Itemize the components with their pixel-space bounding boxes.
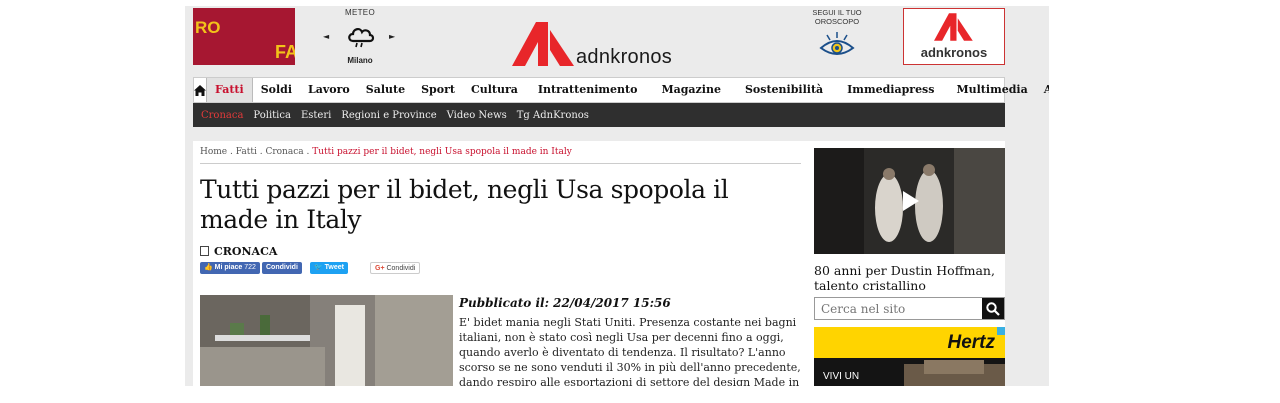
nav-item-salute[interactable]: Salute: [358, 78, 413, 102]
article-photo: [200, 295, 453, 386]
ad-banner-right[interactable]: adnkronos: [903, 8, 1005, 65]
breadcrumb-sep: .: [227, 147, 236, 157]
meteo-widget: METEO ◄ ► Milano: [315, 8, 405, 68]
article-title: Tutti pazzi per il bidet, negli Usa spop…: [200, 175, 729, 234]
section-icon: [200, 246, 209, 256]
nav-item-multimedia[interactable]: Multimedia: [946, 78, 1037, 102]
tweet-label: Tweet: [324, 264, 344, 271]
meteo-prev-arrow[interactable]: ◄: [323, 32, 329, 41]
facebook-like-button[interactable]: 👍 Mi piace 722: [200, 262, 260, 274]
main-nav: Fatti Soldi Lavoro Salute Sport Cultura …: [193, 77, 1049, 103]
subnav-item-video-news[interactable]: Video News: [443, 110, 513, 121]
subnav-item-regioni[interactable]: Regioni e Province: [337, 110, 442, 121]
gplus-share-button[interactable]: G+ Condividi: [370, 262, 421, 274]
nav-item-cultura[interactable]: Cultura: [463, 78, 526, 102]
article-section[interactable]: CRONACA: [200, 245, 277, 258]
published-date: Pubblicato il: 22/04/2017 15:56: [459, 296, 671, 310]
adnkronos-logo-mark: [512, 22, 574, 66]
breadcrumb-home[interactable]: Home: [200, 147, 227, 157]
breadcrumb-divider: [200, 163, 801, 164]
search-box: [814, 297, 1005, 320]
nav-item-lavoro[interactable]: Lavoro: [300, 78, 358, 102]
article-body: E' bidet mania negli Stati Uniti. Presen…: [459, 316, 801, 386]
like-count: 722: [244, 264, 256, 271]
ad-text-top: RO: [195, 18, 221, 37]
page-frame: RO FA METEO ◄ ► Milano adnkronos SEGUI I…: [185, 6, 1049, 386]
nav-item-magazine[interactable]: Magazine: [649, 78, 733, 102]
tweet-button[interactable]: 🐦 Tweet: [310, 262, 348, 274]
search-input[interactable]: [815, 298, 982, 319]
gplus-label: Condividi: [386, 265, 416, 272]
ad-choices-icon[interactable]: [997, 327, 1005, 335]
content-area: Home . Fatti . Cronaca . Tutti pazzi per…: [193, 141, 1005, 386]
nav-item-sostenibilita[interactable]: Sostenibilità: [733, 78, 835, 102]
nav-item-aki[interactable]: AKI: [1038, 78, 1049, 102]
nav-item-intrattenimento[interactable]: Intrattenimento: [526, 78, 650, 102]
search-button[interactable]: [982, 298, 1004, 319]
meteo-label: METEO: [345, 8, 375, 17]
oroscopo-widget[interactable]: SEGUI IL TUO OROSCOPO: [797, 8, 877, 62]
ad-banner-left[interactable]: RO FA: [193, 8, 295, 65]
meteo-next-arrow[interactable]: ►: [389, 32, 395, 41]
oroscopo-line2: OROSCOPO: [814, 17, 860, 26]
oroscopo-line1: SEGUI IL TUO: [812, 8, 862, 17]
play-icon[interactable]: [898, 189, 922, 213]
video-caption[interactable]: 80 anni per Dustin Hoffman, talento cris…: [814, 263, 1005, 293]
nav-item-immediapress[interactable]: Immediapress: [835, 78, 946, 102]
nav-item-fatti[interactable]: Fatti: [206, 78, 253, 102]
zodiac-eye-icon: [819, 32, 855, 55]
subnav-item-cronaca[interactable]: Cronaca: [197, 110, 249, 121]
breadcrumb-current: Tutti pazzi per il bidet, negli Usa spop…: [312, 147, 572, 157]
hertz-ad[interactable]: Hertz VIVI UN: [814, 327, 1005, 386]
twitter-bird-icon: 🐦: [314, 264, 325, 271]
video-thumbnail[interactable]: [814, 148, 1005, 254]
cloud-rain-icon: [348, 28, 375, 48]
meteo-city: Milano: [347, 56, 373, 65]
adnkronos-logo[interactable]: adnkronos: [512, 20, 692, 68]
bathroom-photo-illustration: [200, 295, 453, 386]
adnkronos-ad-logo-mark: [934, 13, 973, 41]
subnav-item-politica[interactable]: Politica: [249, 110, 297, 121]
section-label: CRONACA: [214, 245, 278, 258]
hertz-logo: Hertz: [947, 332, 995, 353]
like-label: Mi piace: [214, 264, 243, 271]
ad-right-text: adnkronos: [920, 45, 988, 60]
thumbs-up-icon: 👍: [204, 264, 215, 271]
ad-text-bottom: FA: [275, 42, 295, 62]
subnav-item-esteri[interactable]: Esteri: [297, 110, 337, 121]
breadcrumb-fatti[interactable]: Fatti: [236, 147, 257, 157]
home-icon[interactable]: [194, 78, 206, 102]
gplus-icon: G+: [375, 265, 387, 272]
subnav-item-tg-adnkronos[interactable]: Tg AdnKronos: [513, 110, 595, 121]
breadcrumb-cronaca[interactable]: Cronaca: [265, 147, 303, 157]
search-icon: [986, 301, 1000, 316]
facebook-share-button[interactable]: Condividi: [262, 262, 302, 274]
breadcrumb: Home . Fatti . Cronaca . Tutti pazzi per…: [200, 147, 572, 157]
hertz-ad-tagline: VIVI UN: [823, 371, 860, 382]
breadcrumb-sep: .: [303, 147, 313, 157]
sub-nav: Cronaca Politica Esteri Regioni e Provin…: [193, 103, 1005, 127]
nav-item-soldi[interactable]: Soldi: [253, 78, 300, 102]
nav-item-sport[interactable]: Sport: [413, 78, 463, 102]
adnkronos-logo-text: adnkronos: [576, 46, 673, 68]
